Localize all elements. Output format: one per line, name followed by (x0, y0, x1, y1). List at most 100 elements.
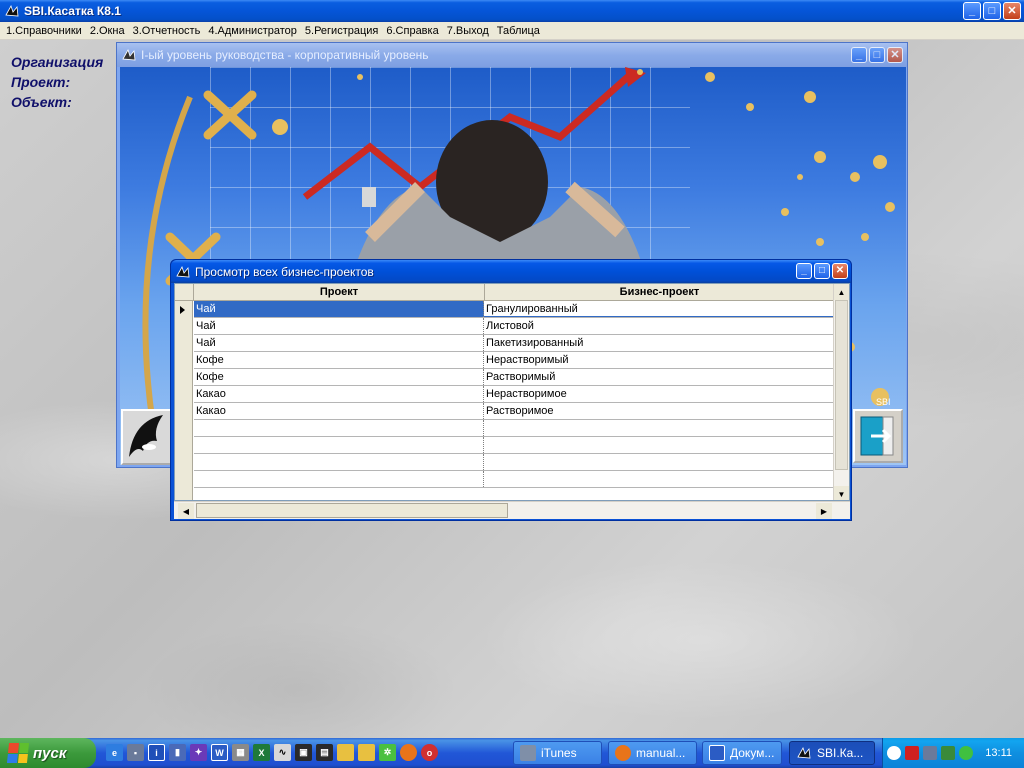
cell-business-project[interactable] (484, 471, 834, 487)
horizontal-scroll-thumb[interactable] (196, 503, 508, 518)
column-header-business-project[interactable]: Бизнес-проект (485, 284, 835, 301)
table-row[interactable]: Кофе Растворимый (194, 369, 834, 386)
scroll-down-arrow-icon[interactable]: ▼ (834, 486, 849, 500)
cell-business-project[interactable] (484, 437, 834, 453)
menu-reports[interactable]: 3.Отчетность (129, 25, 205, 37)
horizontal-scrollbar[interactable]: ◀ ▶ (174, 501, 850, 519)
menu-bar: 1.Справочники 2.Окна 3.Отчетность 4.Адми… (0, 22, 1024, 40)
task-label: SBI.Ка... (817, 746, 864, 760)
exit-door-button[interactable] (853, 409, 903, 463)
cell-project[interactable] (194, 454, 484, 470)
table-row[interactable]: Кофе Нерастворимый (194, 352, 834, 369)
cell-business-project[interactable]: Нерастворимый (484, 352, 834, 368)
vertical-scrollbar[interactable]: ▲ ▼ (833, 284, 849, 500)
ico-icon[interactable]: ▤ (316, 744, 333, 761)
context-labels: Организация Проект: Объект: (11, 52, 103, 112)
table-row[interactable] (194, 420, 834, 437)
menu-exit[interactable]: 7.Выход (443, 25, 493, 37)
dialog-close-button[interactable]: ✕ (832, 263, 848, 279)
cell-business-project[interactable]: Гранулированный (484, 301, 834, 317)
usb-icon[interactable]: ▮ (169, 744, 186, 761)
firefox-icon[interactable] (400, 744, 417, 761)
quick-launch-bar: e ▪ i ▮ ✦ W ▦ X ∿ ▣ ▤ ✲ o (106, 744, 438, 761)
corporate-close-button[interactable]: ✕ (887, 47, 903, 63)
menu-windows[interactable]: 2.Окна (86, 25, 129, 37)
table-row[interactable] (194, 471, 834, 488)
word-icon[interactable]: W (211, 744, 228, 761)
dialog-minimize-button[interactable]: _ (796, 263, 812, 279)
info-icon[interactable]: i (148, 744, 165, 761)
table-row[interactable]: Чай Гранулированный (194, 301, 834, 318)
menu-registration[interactable]: 5.Регистрация (301, 25, 382, 37)
cell-project[interactable] (194, 471, 484, 487)
corporate-maximize-button[interactable]: □ (869, 47, 885, 63)
mail-icon[interactable] (959, 746, 973, 760)
cell-project[interactable]: Чай (194, 335, 484, 351)
cell-business-project[interactable]: Листовой (484, 318, 834, 334)
network-icon[interactable] (923, 746, 937, 760)
close-button[interactable]: ✕ (1003, 2, 1021, 20)
calc-icon[interactable]: ▦ (232, 744, 249, 761)
menu-references[interactable]: 1.Справочники (2, 25, 86, 37)
cell-project[interactable]: Кофе (194, 369, 484, 385)
table-row[interactable]: Какао Нерастворимое (194, 386, 834, 403)
corporate-minimize-button[interactable]: _ (851, 47, 867, 63)
scroll-left-arrow-icon[interactable]: ◀ (178, 503, 194, 519)
kaspersky-icon[interactable] (905, 746, 919, 760)
dialog-maximize-button[interactable]: □ (814, 263, 830, 279)
task-itunes[interactable]: iTunes (513, 741, 602, 765)
table-row[interactable] (194, 437, 834, 454)
grid-header: Проект Бизнес-проект (175, 284, 835, 301)
menu-table[interactable]: Таблица (493, 25, 544, 37)
app-icon[interactable]: ✦ (190, 744, 207, 761)
task-word-document[interactable]: Докум... (702, 741, 782, 765)
folder-icon[interactable] (337, 744, 354, 761)
dialog-titlebar[interactable]: Просмотр всех бизнес-проектов _ □ ✕ (171, 260, 851, 283)
menu-administrator[interactable]: 4.Администратор (204, 25, 301, 37)
cell-project[interactable]: Какао (194, 386, 484, 402)
user-icon[interactable] (941, 746, 955, 760)
scroll-right-arrow-icon[interactable]: ▶ (816, 503, 832, 519)
opera-icon[interactable]: o (421, 744, 438, 761)
business-projects-grid[interactable]: Проект Бизнес-проект Чай Гранулированный… (174, 283, 850, 501)
cell-business-project[interactable]: Пакетизированный (484, 335, 834, 351)
sound-icon[interactable]: ∿ (274, 744, 291, 761)
minimize-button[interactable]: _ (963, 2, 981, 20)
object-label: Объект: (11, 94, 72, 110)
task-label: Докум... (730, 746, 775, 760)
cell-business-project[interactable]: Растворимое (484, 403, 834, 419)
cell-business-project[interactable] (484, 454, 834, 470)
sbi-icon (797, 747, 811, 759)
cell-project[interactable]: Чай (194, 301, 484, 317)
cell-project[interactable]: Чай (194, 318, 484, 334)
maximize-button[interactable]: □ (983, 2, 1001, 20)
task-firefox-manual[interactable]: manual... (608, 741, 697, 765)
cell-business-project[interactable]: Нерастворимое (484, 386, 834, 402)
task-label: iTunes (541, 746, 577, 760)
table-row[interactable]: Чай Листовой (194, 318, 834, 335)
table-row[interactable]: Чай Пакетизированный (194, 335, 834, 352)
menu-help[interactable]: 6.Справка (382, 25, 442, 37)
network-icon[interactable]: ▪ (127, 744, 144, 761)
cell-project[interactable]: Кофе (194, 352, 484, 368)
cell-project[interactable] (194, 420, 484, 436)
vertical-scroll-thumb[interactable] (835, 300, 848, 470)
cell-business-project[interactable]: Растворимый (484, 369, 834, 385)
cell-business-project[interactable] (484, 420, 834, 436)
table-row[interactable] (194, 454, 834, 471)
cell-project[interactable] (194, 437, 484, 453)
folder-icon[interactable] (358, 744, 375, 761)
scroll-up-arrow-icon[interactable]: ▲ (834, 284, 849, 300)
table-row[interactable]: Какао Растворимое (194, 403, 834, 420)
excel-icon[interactable]: X (253, 744, 270, 761)
grid-rows: Чай Гранулированный Чай Листовой Чай Пак… (194, 301, 834, 488)
ico-icon[interactable]: ▣ (295, 744, 312, 761)
ie-icon[interactable]: e (106, 744, 123, 761)
arrow-icon[interactable] (887, 746, 901, 760)
gear-icon[interactable]: ✲ (379, 744, 396, 761)
column-header-project[interactable]: Проект (194, 284, 485, 301)
start-button[interactable]: пуск (0, 738, 96, 768)
cell-project[interactable]: Какао (194, 403, 484, 419)
orca-logo-button[interactable] (121, 409, 173, 465)
task-sbi-kasatka[interactable]: SBI.Ка... (789, 741, 875, 765)
